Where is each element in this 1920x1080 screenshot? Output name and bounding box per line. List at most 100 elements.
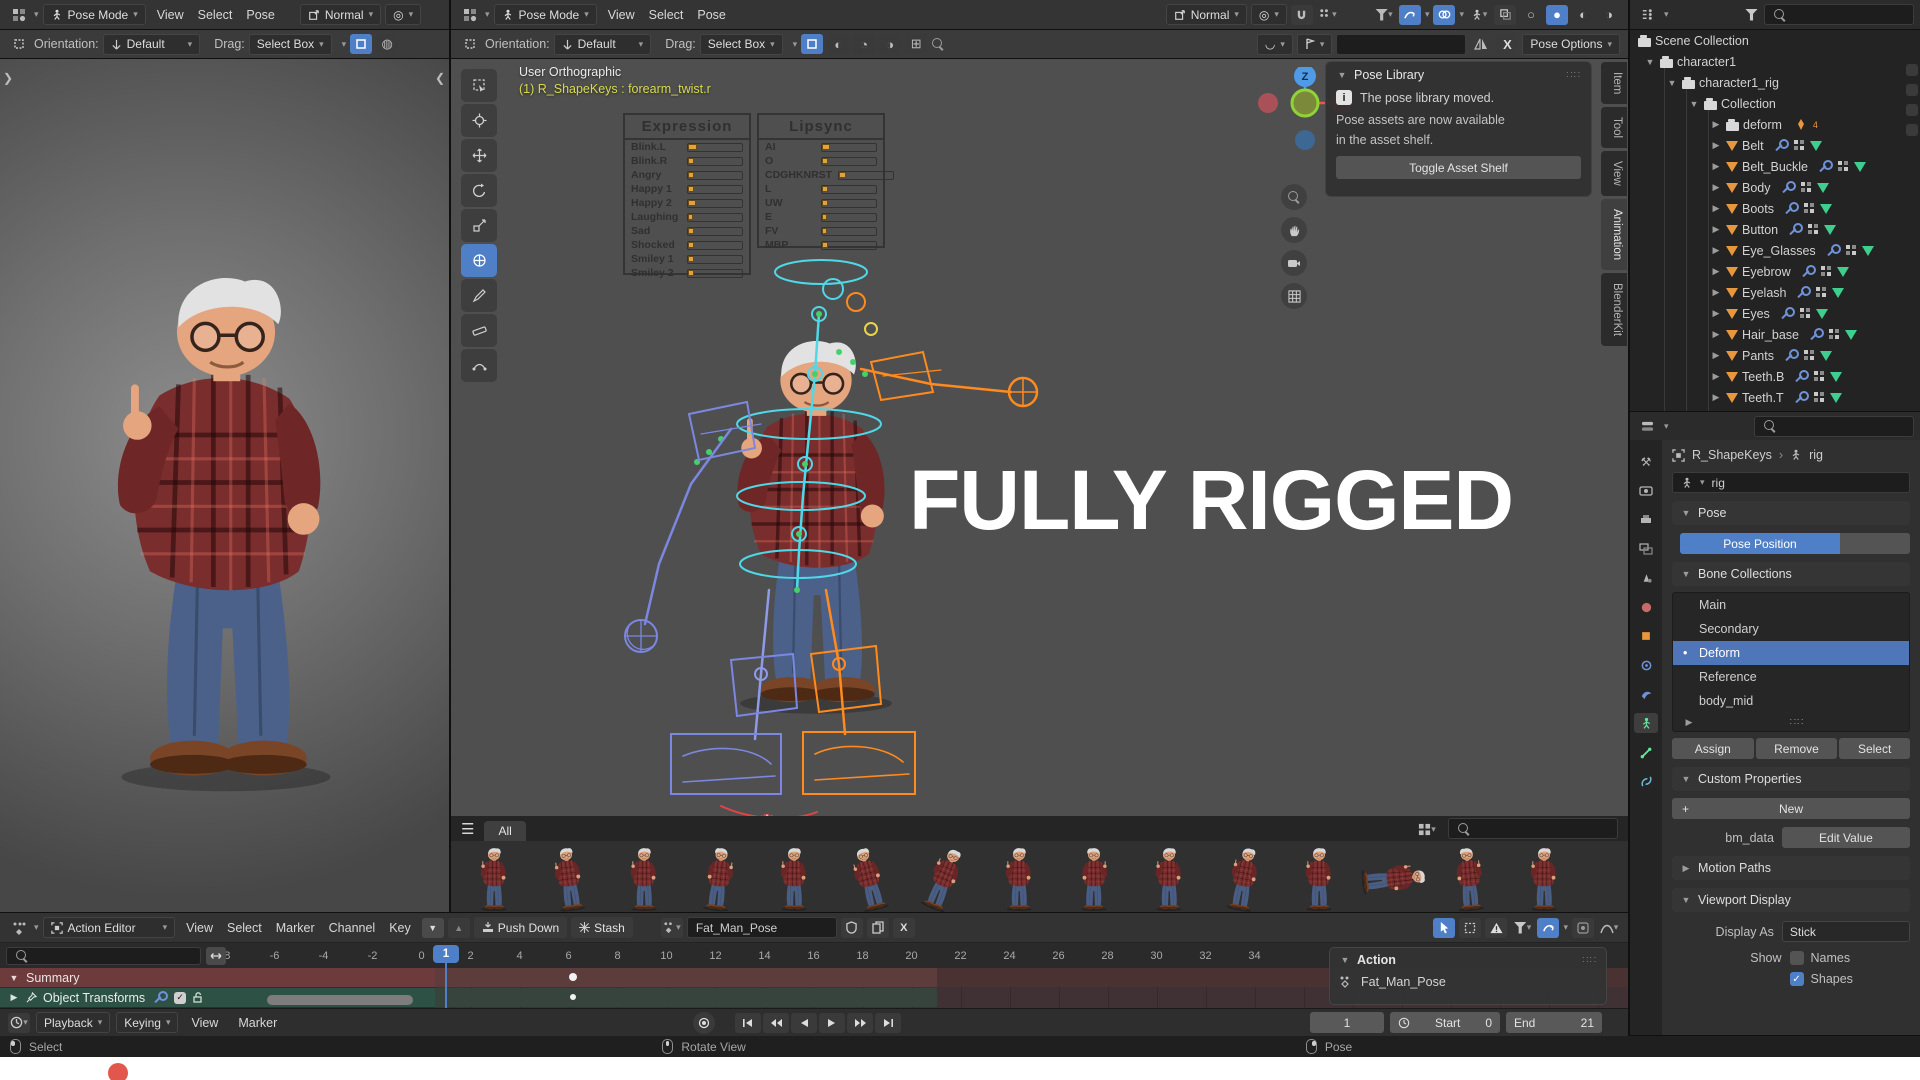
menu-item[interactable]: Marker xyxy=(231,1014,284,1032)
panel-grip-icon[interactable]: ∷∷ xyxy=(1566,70,1581,81)
editor-type-icon[interactable] xyxy=(1636,416,1658,436)
shapekey-slider[interactable] xyxy=(821,198,877,208)
shapekey-slider[interactable] xyxy=(821,156,877,166)
tab-physics-icon[interactable] xyxy=(1634,684,1658,704)
menu-item[interactable]: Pose xyxy=(239,6,282,24)
select-mode-new-icon[interactable] xyxy=(350,34,373,54)
bone-collection-row-selected[interactable]: • Deform xyxy=(1673,641,1909,665)
prev-keyframe-button[interactable] xyxy=(763,1012,790,1033)
expand-arrow-icon[interactable]: ▶ xyxy=(1710,182,1722,193)
pin-icon[interactable] xyxy=(26,992,37,1003)
shapekey-row[interactable]: Happy 2 xyxy=(625,196,749,210)
select-mode-extend-icon[interactable]: ◐ xyxy=(827,34,850,54)
viewport-main-canvas[interactable]: User Orthographic (1) R_ShapeKeys : fore… xyxy=(451,59,1628,912)
menu-item[interactable]: Key xyxy=(382,919,418,937)
mesh-data-icon[interactable] xyxy=(1815,308,1828,319)
select-button[interactable]: Select xyxy=(1839,738,1910,759)
proportional-falloff-select[interactable]: ◎ ▾ xyxy=(385,4,422,25)
vertex-group-icon[interactable] xyxy=(1799,308,1811,319)
record-button[interactable] xyxy=(693,1011,716,1034)
outliner-item[interactable]: deform xyxy=(1743,118,1782,132)
show-gizmo-icon[interactable]: ▾ xyxy=(1373,5,1395,25)
vertex-group-icon[interactable] xyxy=(1828,329,1840,340)
panel-grip-icon[interactable]: ∷∷ xyxy=(1582,955,1597,966)
expand-arrow-icon[interactable]: ▶ xyxy=(1710,392,1722,403)
move-up-icon[interactable]: ▲ xyxy=(447,917,470,938)
tab-blenderkit[interactable]: BlenderKit xyxy=(1601,273,1627,347)
modifier-icon[interactable] xyxy=(1811,328,1824,341)
outliner-item[interactable]: Scene Collection xyxy=(1655,34,1749,48)
collapse-arrow-icon[interactable]: ▼ xyxy=(1688,99,1700,109)
bone-collection-row[interactable]: Reference xyxy=(1673,665,1909,689)
camera-view-icon[interactable] xyxy=(1281,250,1307,276)
tab-output-icon[interactable] xyxy=(1634,510,1658,530)
mesh-data-icon[interactable] xyxy=(1819,350,1832,361)
assign-button[interactable]: Assign xyxy=(1672,738,1754,759)
mode-select[interactable]: Pose Mode ▾ xyxy=(493,4,597,25)
editor-type-icon[interactable] xyxy=(8,918,30,938)
outliner-search-input[interactable] xyxy=(1764,4,1914,25)
restrict-toggle-icon[interactable] xyxy=(1906,124,1918,136)
collapse-arrow-icon[interactable]: ▼ xyxy=(1644,57,1656,67)
shapekey-slider[interactable] xyxy=(687,170,743,180)
stash-button[interactable]: Stash xyxy=(571,917,633,938)
modifier-icon[interactable] xyxy=(1786,349,1799,362)
falloff-curve-select[interactable]: ◡ ▾ xyxy=(1256,33,1293,55)
channel-search-input[interactable] xyxy=(6,947,201,965)
pose-asset-thumbnail[interactable] xyxy=(457,843,530,912)
remove-button[interactable]: Remove xyxy=(1755,738,1838,759)
playback-menu[interactable]: Playback ▾ xyxy=(36,1012,111,1033)
tab-tool-icon[interactable]: ⚒ xyxy=(1634,452,1658,472)
xray-toggle-icon[interactable] xyxy=(1494,4,1516,25)
bone-collection-row[interactable]: body_mid xyxy=(1673,689,1909,713)
vertex-group-icon[interactable] xyxy=(1816,287,1827,298)
pose-asset-thumbnail[interactable] xyxy=(1057,843,1130,912)
tool-move[interactable] xyxy=(461,139,497,172)
menu-item[interactable]: View xyxy=(150,6,191,24)
expand-arrow-icon[interactable]: ▶ xyxy=(1710,119,1722,130)
tab-object-data-icon[interactable] xyxy=(1634,713,1658,733)
tab-tool[interactable]: Tool xyxy=(1601,107,1627,149)
unlink-icon[interactable]: X xyxy=(892,917,915,938)
modifier-icon[interactable] xyxy=(1776,139,1789,152)
collapse-arrow-icon[interactable]: ▼ xyxy=(1339,955,1351,965)
shapekey-row[interactable]: AI xyxy=(759,140,883,154)
select-mode-extend-icon[interactable]: ◍ xyxy=(376,34,399,54)
horizontal-scrollbar[interactable] xyxy=(267,995,413,1005)
keyframe-interp-icon[interactable]: ▾ xyxy=(1598,918,1620,938)
play-button[interactable] xyxy=(819,1012,846,1033)
breadcrumb-data[interactable]: rig xyxy=(1809,448,1823,462)
outliner-item[interactable]: Belt xyxy=(1742,139,1764,153)
pan-hand-icon[interactable] xyxy=(1281,217,1307,243)
shading-solid-icon[interactable]: ● xyxy=(1546,4,1568,25)
orientation-select[interactable]: Default ▾ xyxy=(102,33,201,55)
tool-scale[interactable] xyxy=(461,209,497,242)
shapekey-slider[interactable] xyxy=(821,142,877,152)
tool-transform[interactable] xyxy=(461,244,497,277)
x-axis-toggle[interactable]: X xyxy=(1496,34,1519,54)
pose-overlay-icon[interactable]: ▾ xyxy=(1468,5,1490,25)
shapekey-slider[interactable] xyxy=(821,212,877,222)
breadcrumb-object[interactable]: R_ShapeKeys xyxy=(1692,448,1772,462)
modifier-icon[interactable] xyxy=(1828,244,1841,257)
tab-animation[interactable]: Animation xyxy=(1601,199,1627,271)
keyframe-dot[interactable] xyxy=(569,973,577,981)
vertex-group-icon[interactable] xyxy=(1803,203,1815,214)
mesh-data-icon[interactable] xyxy=(1824,224,1837,235)
keying-menu[interactable]: Keying ▾ xyxy=(116,1012,179,1033)
expand-arrow-icon[interactable]: ▶ xyxy=(1710,140,1722,151)
expand-arrow-icon[interactable]: ▶ xyxy=(1710,161,1722,172)
snap-dot-icon[interactable] xyxy=(1572,917,1594,938)
pose-asset-thumbnail[interactable] xyxy=(532,843,605,912)
mesh-data-icon[interactable] xyxy=(1854,161,1867,172)
shapekey-slider[interactable] xyxy=(687,184,743,194)
editor-type-icon[interactable] xyxy=(1636,5,1658,25)
warning-icon[interactable] xyxy=(1485,917,1508,938)
modifier-icon[interactable] xyxy=(1803,265,1816,278)
pose-asset-thumbnail[interactable] xyxy=(757,843,830,912)
rigged-character[interactable] xyxy=(571,234,1051,874)
tool-rotate[interactable] xyxy=(461,174,497,207)
menu-item[interactable]: Marker xyxy=(269,919,322,937)
outliner-item[interactable]: Eye_Glasses xyxy=(1742,244,1816,258)
tab-world-icon[interactable] xyxy=(1634,597,1658,617)
